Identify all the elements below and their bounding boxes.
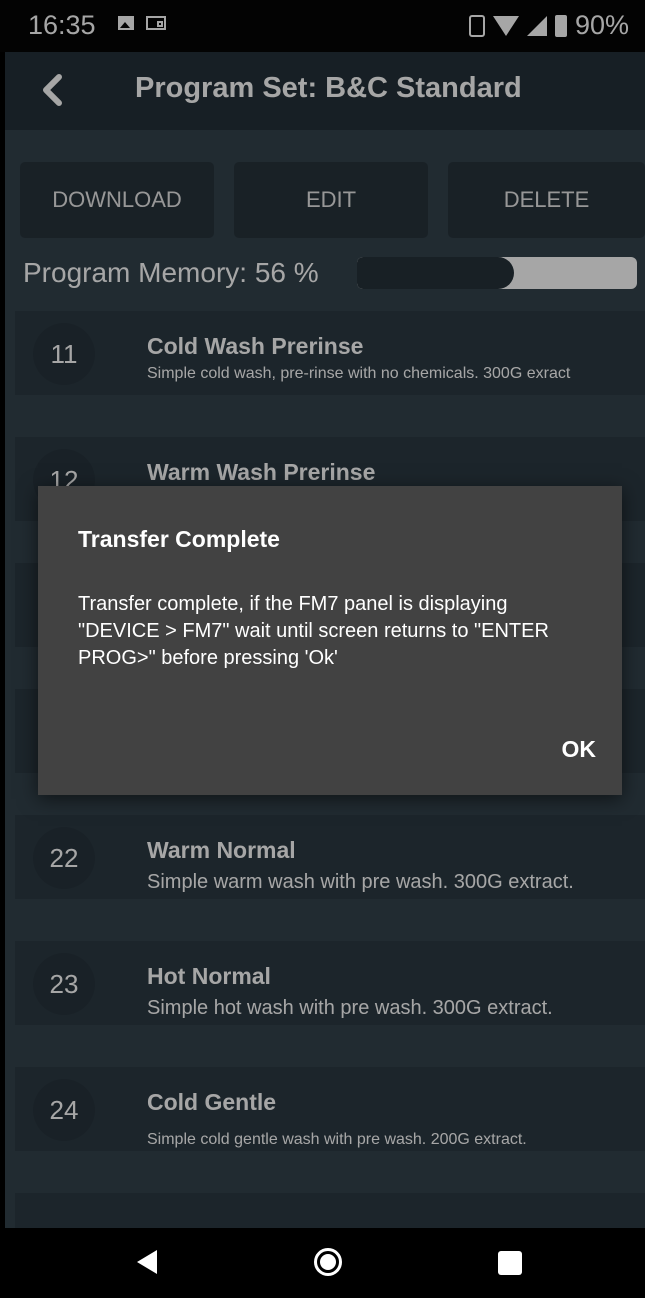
nav-home-icon[interactable] xyxy=(314,1248,342,1276)
ok-button[interactable]: OK xyxy=(562,736,597,763)
navigation-bar xyxy=(0,1228,645,1298)
dialog-message: Transfer complete, if the FM7 panel is d… xyxy=(78,593,549,669)
nav-back-icon[interactable] xyxy=(137,1250,157,1274)
dialog-title: Transfer Complete xyxy=(78,526,280,552)
nav-recents-icon[interactable] xyxy=(498,1251,522,1275)
transfer-complete-dialog: Transfer Complete Transfer complete, if … xyxy=(38,486,622,795)
